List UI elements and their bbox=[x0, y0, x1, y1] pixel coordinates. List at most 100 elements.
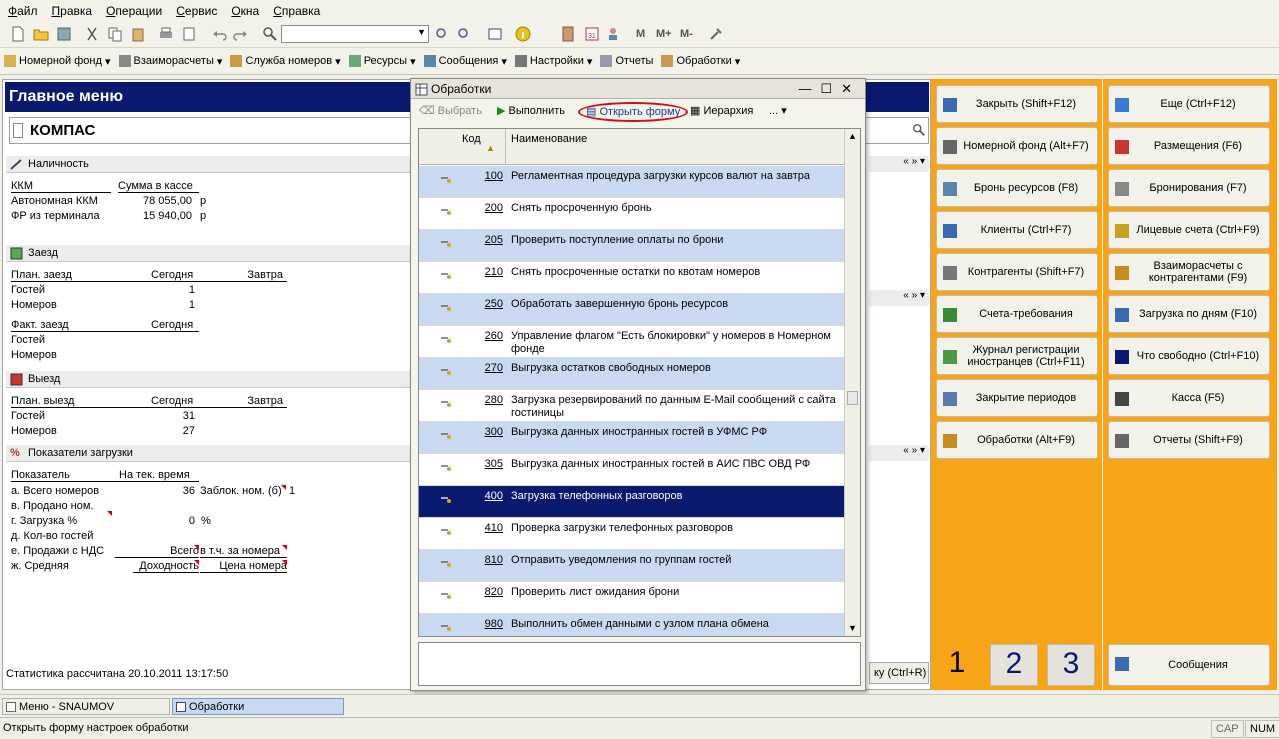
section-nav-arrows[interactable]: « » ▾ bbox=[869, 156, 929, 172]
chevron-down-icon[interactable]: ▼ bbox=[417, 27, 426, 37]
dialog-title-bar[interactable]: Обработки —☐✕ bbox=[411, 79, 865, 99]
close-icon[interactable]: ✕ bbox=[841, 81, 861, 96]
copy-icon[interactable] bbox=[107, 26, 123, 42]
run-button[interactable]: ▶ Выполнить bbox=[497, 104, 565, 117]
scroll-down-icon[interactable]: ▼ bbox=[848, 623, 857, 633]
menu-file[interactable]: Файл bbox=[8, 4, 38, 18]
table-row[interactable]: 810 Отправить уведомления по группам гост… bbox=[419, 550, 844, 582]
section-load[interactable]: % Показатели загрузки bbox=[6, 445, 411, 462]
table-row[interactable]: 100 Регламентная процедура загрузки курсо… bbox=[419, 166, 844, 198]
maximize-icon[interactable]: ☐ bbox=[820, 81, 841, 96]
table-row[interactable]: 305 Выгрузка данных иностранных гостей в … bbox=[419, 454, 844, 486]
menu-operations[interactable]: Операции bbox=[106, 4, 162, 18]
settings-icon[interactable] bbox=[708, 26, 724, 42]
quick-button[interactable]: Размещения (F6) bbox=[1108, 127, 1270, 165]
page-tab[interactable]: 3 bbox=[1047, 644, 1095, 686]
table-row[interactable]: 205 Проверить поступление оплаты по брони bbox=[419, 230, 844, 262]
menu-windows[interactable]: Окна bbox=[231, 4, 259, 18]
quick-button[interactable]: Загрузка по дням (F10) bbox=[1108, 295, 1270, 333]
row-code[interactable]: 820 bbox=[475, 586, 503, 598]
nav-settings[interactable]: Настройки ▾ bbox=[514, 55, 592, 68]
nav-room-stock[interactable]: Номерной фонд ▾ bbox=[4, 55, 111, 68]
open-folder-icon[interactable] bbox=[33, 26, 49, 42]
info-icon[interactable] bbox=[515, 26, 531, 42]
vertical-scrollbar[interactable]: ▲ ▼ bbox=[844, 129, 860, 636]
row-code[interactable]: 980 bbox=[475, 618, 503, 630]
page-tab[interactable]: 1 bbox=[933, 644, 981, 686]
cut-icon[interactable] bbox=[84, 26, 100, 42]
quick-button[interactable]: Отчеты (Shift+F9) bbox=[1108, 421, 1270, 459]
row-code[interactable]: 305 bbox=[475, 458, 503, 470]
hierarchy-button[interactable]: ▦ Иерархия bbox=[690, 104, 753, 117]
row-code[interactable]: 260 bbox=[475, 330, 503, 342]
quick-button[interactable]: Что свободно (Ctrl+F10) bbox=[1108, 337, 1270, 375]
table-row[interactable]: 980 Выполнить обмен данными с узлом плана… bbox=[419, 614, 844, 636]
row-code[interactable]: 280 bbox=[475, 394, 503, 406]
quick-button[interactable]: Журнал регистрации иностранцев (Ctrl+F11… bbox=[936, 337, 1098, 375]
col-name[interactable]: Наименование bbox=[511, 133, 587, 145]
quick-button[interactable]: Номерной фонд (Alt+F7) bbox=[936, 127, 1098, 165]
quick-button[interactable]: Закрыть (Shift+F12) bbox=[936, 85, 1098, 123]
row-code[interactable]: 810 bbox=[475, 554, 503, 566]
table-row[interactable]: 250 Обработать завершенную бронь ресурсов bbox=[419, 294, 844, 326]
quick-button[interactable]: Бронирования (F7) bbox=[1108, 169, 1270, 207]
print-icon[interactable] bbox=[158, 26, 174, 42]
quick-button[interactable]: Бронь ресурсов (F8) bbox=[936, 169, 1098, 207]
search-icon[interactable] bbox=[912, 123, 926, 137]
quick-button[interactable]: Лицевые счета (Ctrl+F9) bbox=[1108, 211, 1270, 249]
table-row[interactable]: 410 Проверка загрузки телефонных разговор… bbox=[419, 518, 844, 550]
choose-button[interactable]: ⌫ Выбрать bbox=[419, 104, 482, 117]
scroll-up-icon[interactable]: ▲ bbox=[848, 131, 857, 141]
memory-button[interactable]: M bbox=[636, 28, 645, 40]
row-code[interactable]: 250 bbox=[475, 298, 503, 310]
row-code[interactable]: 300 bbox=[475, 426, 503, 438]
quick-button[interactable]: Закрытие периодов bbox=[936, 379, 1098, 417]
table-row[interactable]: 820 Проверить лист ожидания брони bbox=[419, 582, 844, 614]
table-row[interactable]: 210 Снять просроченные остатки по квотам … bbox=[419, 262, 844, 294]
open-form-button[interactable]: ▤ Открыть форму bbox=[578, 102, 689, 122]
description-field[interactable] bbox=[418, 642, 861, 686]
table-row[interactable]: 200 Снять просроченную бронь bbox=[419, 198, 844, 230]
menu-edit[interactable]: Правка bbox=[52, 4, 93, 18]
section-nav-arrows[interactable]: « » ▾ bbox=[869, 290, 929, 306]
quick-button[interactable]: Клиенты (Ctrl+F7) bbox=[936, 211, 1098, 249]
section-nav-arrows[interactable]: « » ▾ bbox=[869, 445, 929, 461]
section-checkin[interactable]: Заезд bbox=[6, 245, 411, 262]
find-icon[interactable] bbox=[262, 26, 278, 42]
users-icon[interactable] bbox=[607, 26, 623, 42]
quick-button[interactable]: Взаиморасчеты с контрагентами (F9) bbox=[1108, 253, 1270, 291]
new-document-icon[interactable] bbox=[10, 26, 26, 42]
table-row[interactable]: 260 Управление флагом "Есть блокировки" у… bbox=[419, 326, 844, 358]
calendar-icon[interactable]: 31 bbox=[584, 26, 600, 42]
window-icon[interactable] bbox=[487, 26, 503, 42]
quick-button[interactable]: Обработки (Alt+F9) bbox=[936, 421, 1098, 459]
nav-messages[interactable]: Сообщения ▾ bbox=[423, 55, 507, 68]
nav-processing[interactable]: Обработки ▾ bbox=[661, 55, 740, 68]
search-combo[interactable]: ▼ bbox=[281, 25, 429, 43]
quick-button[interactable]: Контрагенты (Shift+F7) bbox=[936, 253, 1098, 291]
nav-room-service[interactable]: Служба номеров ▾ bbox=[230, 55, 341, 68]
save-icon[interactable] bbox=[56, 26, 72, 42]
col-code[interactable]: Код bbox=[462, 133, 481, 145]
quick-button[interactable]: Еще (Ctrl+F12) bbox=[1108, 85, 1270, 123]
table-row[interactable]: 300 Выгрузка данных иностранных гостей в … bbox=[419, 422, 844, 454]
preview-icon[interactable] bbox=[181, 26, 197, 42]
more-actions-button[interactable]: ... ▾ bbox=[769, 104, 787, 117]
memory-plus-button[interactable]: M+ bbox=[656, 28, 672, 40]
row-code[interactable]: 410 bbox=[475, 522, 503, 534]
table-row[interactable]: 280 Загрузка резервирований по данным E-M… bbox=[419, 390, 844, 422]
quick-button[interactable]: Счета-требования bbox=[936, 295, 1098, 333]
redo-icon[interactable] bbox=[232, 26, 248, 42]
find-next-icon[interactable] bbox=[434, 26, 450, 42]
row-code[interactable]: 270 bbox=[475, 362, 503, 374]
scroll-thumb[interactable] bbox=[847, 391, 858, 405]
undo-icon[interactable] bbox=[212, 26, 228, 42]
find-prev-icon[interactable] bbox=[456, 26, 472, 42]
paste-icon[interactable] bbox=[130, 26, 146, 42]
section-checkout[interactable]: Выезд bbox=[6, 371, 411, 388]
memory-minus-button[interactable]: M- bbox=[680, 28, 693, 40]
messages-button[interactable]: Сообщения bbox=[1108, 644, 1270, 686]
task-processing[interactable]: Обработки bbox=[172, 698, 344, 715]
menu-service[interactable]: Сервис bbox=[176, 4, 217, 18]
table-row[interactable]: 270 Выгрузка остатков свободных номеров bbox=[419, 358, 844, 390]
